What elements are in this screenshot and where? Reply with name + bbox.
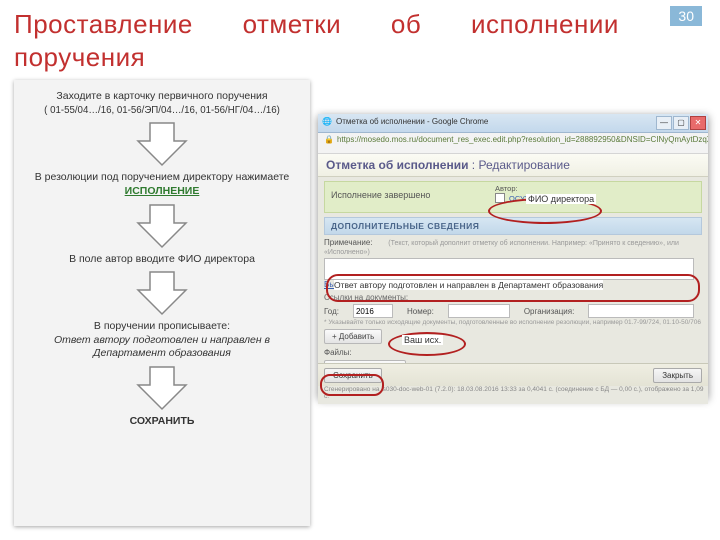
number-input[interactable] — [448, 304, 510, 318]
lock-icon: 🔒 — [324, 135, 334, 144]
step4: В поручении прописываете: Ответ автору п… — [20, 320, 304, 361]
exec-done-label: Исполнение завершено — [331, 190, 430, 200]
step-save: СОХРАНИТЬ — [20, 415, 304, 429]
arrow-down-icon — [132, 270, 192, 316]
step1: Заходите в карточку первичного поручения… — [20, 90, 304, 117]
step2: В резолюции под поручением директору наж… — [20, 171, 304, 198]
note-input[interactable] — [324, 258, 694, 280]
arrow-down-icon — [132, 121, 192, 167]
steps-panel: Заходите в карточку первичного поручения… — [14, 80, 310, 526]
generation-info: Сгенерировано на is030-doc-web-01 (7.2.0… — [324, 386, 708, 400]
footer-bar: Сохранить Закрыть — [318, 363, 708, 386]
additional-info-header: ДОПОЛНИТЕЛЬНЫЕ СВЕДЕНИЯ — [324, 217, 702, 235]
callout-author-label: ФИО директора — [526, 194, 596, 204]
org-input[interactable] — [588, 304, 694, 318]
step3: В поле автор вводите ФИО директора — [20, 253, 304, 267]
window-close-button[interactable]: ✕ — [690, 116, 706, 130]
close-button[interactable]: Закрыть — [653, 368, 702, 383]
add-button[interactable]: + Добавить — [324, 329, 382, 344]
execution-row: Исполнение завершено Автор: ОСУУ Прочие — [324, 181, 702, 213]
window-titlebar: 🌐 Отметка об исполнении - Google Chrome … — [318, 114, 708, 133]
page-content: Отметка об исполнении : Редактирование И… — [318, 154, 708, 404]
arrow-down-icon — [132, 365, 192, 411]
year-input[interactable] — [353, 304, 393, 318]
slide-title: Проставление отметки об исполнении поруч… — [14, 8, 706, 73]
arrow-down-icon — [132, 203, 192, 249]
checkbox-icon[interactable] — [495, 193, 505, 203]
favicon: 🌐 — [322, 117, 332, 126]
doc-links-section: Ссылки на документы: Год: Номер: Организ… — [324, 293, 702, 344]
callout-note-text: Ответ автору подготовлен и направлен в Д… — [334, 280, 603, 290]
window-maximize-button[interactable]: ▢ — [673, 116, 689, 130]
window-minimize-button[interactable]: — — [656, 116, 672, 130]
save-button[interactable]: Сохранить — [324, 368, 382, 383]
page-title: Отметка об исполнении : Редактирование — [318, 154, 708, 177]
address-bar[interactable]: 🔒https://mosedo.mos.ru/document_res_exec… — [318, 133, 708, 154]
browser-screenshot: 🌐 Отметка об исполнении - Google Chrome … — [318, 114, 708, 398]
callout-year-label: Ваш исх. — [402, 335, 443, 345]
